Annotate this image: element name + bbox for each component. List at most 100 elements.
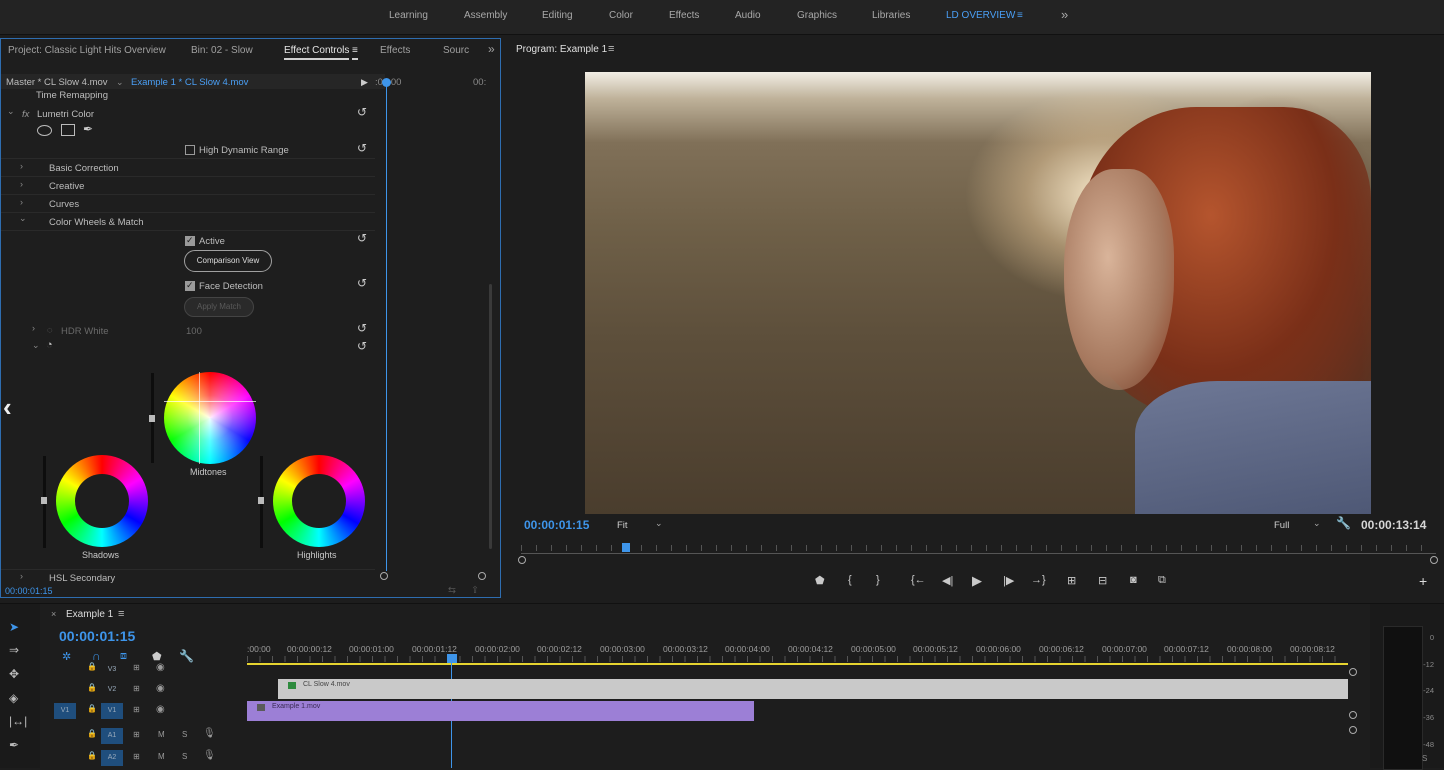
master-clip-label[interactable]: Master * CL Slow 4.mov <box>6 77 108 88</box>
sequence-clip-label[interactable]: Example 1 * CL Slow 4.mov <box>131 77 248 88</box>
add-button[interactable]: + <box>1419 573 1427 589</box>
workspace-menu-icon[interactable]: ≡ <box>1017 10 1023 21</box>
active-checkbox[interactable] <box>185 235 195 246</box>
play-only-icon[interactable]: ▶ <box>361 77 368 88</box>
slip-tool-icon[interactable]: |↔| <box>9 714 27 728</box>
comparison-view-icon[interactable]: ⧉ <box>1158 574 1166 587</box>
add-marker-icon[interactable]: ⬟ <box>815 574 825 587</box>
lock-icon[interactable]: 🔒 <box>87 751 97 760</box>
stopwatch-icon[interactable]: ◔ <box>46 339 53 351</box>
track-v2[interactable]: V2 <box>101 682 123 698</box>
workspace-tab-editing[interactable]: Editing <box>542 10 573 21</box>
hdr-white-value[interactable]: 100 <box>186 326 202 337</box>
rectangle-mask-icon[interactable] <box>61 124 75 136</box>
resolution-select[interactable]: Full <box>1274 520 1289 531</box>
timeline-vscroll-handle[interactable] <box>1349 711 1357 719</box>
section-basic-correction[interactable]: Basic Correction <box>49 163 119 174</box>
tab-project[interactable]: Project: Classic Light Hits Overview <box>8 45 166 56</box>
workspace-tab-audio[interactable]: Audio <box>735 10 761 21</box>
tab-source[interactable]: Sourc <box>443 45 469 56</box>
timeline-vscroll-handle[interactable] <box>1349 668 1357 676</box>
expand-icon[interactable]: › <box>20 197 23 207</box>
program-timecode[interactable]: 00:00:01:15 <box>524 518 589 532</box>
sequence-tab[interactable]: Example 1 <box>66 609 113 620</box>
mark-in-icon[interactable]: { <box>848 574 852 586</box>
section-creative[interactable]: Creative <box>49 181 84 192</box>
ec-zoom-start-handle[interactable] <box>380 572 388 580</box>
fx-icon[interactable]: fx <box>22 109 29 120</box>
go-to-out-icon[interactable]: →} <box>1031 574 1046 586</box>
source-patch-v1[interactable]: V1 <box>54 703 76 719</box>
expand-icon[interactable]: › <box>32 323 35 333</box>
program-menu-icon[interactable]: ≡ <box>608 43 614 55</box>
hdr-checkbox[interactable] <box>185 145 195 155</box>
zoom-select[interactable]: Fit <box>617 520 628 531</box>
pen-tool-icon[interactable]: ✒ <box>9 738 19 752</box>
play-icon[interactable]: ▶ <box>972 573 982 589</box>
tab-menu-icon[interactable]: ≡ <box>352 45 358 60</box>
reset-icon[interactable]: ↺ <box>357 141 367 155</box>
lift-icon[interactable]: ⊞ <box>1067 574 1076 587</box>
program-title[interactable]: Program: Example 1 <box>516 44 607 55</box>
panel-overflow-icon[interactable]: » <box>488 42 495 56</box>
track-select-tool-icon[interactable]: ⇒ <box>9 643 19 657</box>
section-curves[interactable]: Curves <box>49 199 79 210</box>
meter-solo-label[interactable]: S <box>1422 754 1427 763</box>
workspace-overflow-icon[interactable]: » <box>1061 7 1068 22</box>
chevron-left-icon[interactable]: ‹ <box>3 392 12 423</box>
camera-icon[interactable]: ◙ <box>1130 574 1137 586</box>
collapse-icon[interactable]: ⌄ <box>32 340 40 351</box>
reset-icon[interactable]: ↺ <box>357 105 367 119</box>
track-a2[interactable]: A2 <box>101 750 123 766</box>
ec-playhead[interactable] <box>386 81 387 571</box>
reset-icon[interactable]: ↺ <box>357 276 367 290</box>
tab-effect-controls[interactable]: Effect Controls <box>284 45 350 60</box>
midtones-slider-knob[interactable] <box>149 415 155 422</box>
clip-cl-slow-4[interactable]: CL Slow 4.mov <box>278 679 1348 699</box>
filter-icon[interactable]: ⇆ <box>448 585 456 596</box>
ec-scrollbar[interactable] <box>489 284 492 549</box>
workspace-tab-color[interactable]: Color <box>609 10 633 21</box>
ellipse-mask-icon[interactable] <box>37 125 52 136</box>
microphone-icon[interactable]: 🎙 <box>203 728 216 739</box>
razor-tool-icon[interactable]: ◈ <box>9 691 18 705</box>
reset-icon[interactable]: ↺ <box>357 339 367 353</box>
microphone-icon[interactable]: 🎙 <box>203 750 216 761</box>
video-frame[interactable] <box>585 72 1371 514</box>
lock-icon[interactable]: 🔒 <box>87 662 97 671</box>
wrench-icon[interactable]: 🔧 <box>179 649 194 663</box>
work-area-bar[interactable] <box>247 663 1348 665</box>
section-hsl-secondary[interactable]: HSL Secondary <box>49 573 115 584</box>
ripple-edit-tool-icon[interactable]: ✥ <box>9 667 19 681</box>
sync-lock-icon[interactable]: ⊞ <box>133 684 140 693</box>
track-v1[interactable]: V1 <box>101 703 123 719</box>
expand-icon[interactable]: › <box>20 179 23 189</box>
workspace-tab-graphics[interactable]: Graphics <box>797 10 837 21</box>
selection-tool-icon[interactable]: ➤ <box>9 620 19 634</box>
solo-button[interactable]: S <box>182 730 187 739</box>
lock-icon[interactable]: 🔒 <box>87 683 97 692</box>
effect-name[interactable]: Lumetri Color <box>37 109 94 120</box>
reset-icon[interactable]: ↺ <box>357 231 367 245</box>
midtones-wheel[interactable] <box>164 372 256 464</box>
program-zoom-start-handle[interactable] <box>518 556 526 564</box>
lock-icon[interactable]: 🔒 <box>87 729 97 738</box>
workspace-tab-learning[interactable]: Learning <box>389 10 428 21</box>
tab-bin[interactable]: Bin: 02 - Slow <box>191 45 253 56</box>
sync-lock-icon[interactable]: ⊞ <box>133 663 140 672</box>
shadows-slider-knob[interactable] <box>41 497 47 504</box>
mute-button[interactable]: M <box>158 730 165 739</box>
sequence-menu-icon[interactable]: ≡ <box>118 608 124 620</box>
eye-icon[interactable]: ◉ <box>156 704 165 715</box>
program-scrub-bar[interactable] <box>521 553 1436 554</box>
export-icon[interactable]: ⇪ <box>471 585 479 596</box>
chevron-down-icon[interactable]: ⌄ <box>116 77 124 88</box>
step-back-icon[interactable]: ◀| <box>942 574 953 587</box>
eye-icon[interactable]: ◉ <box>156 683 165 694</box>
snap-icon[interactable]: ∩ <box>92 649 101 663</box>
sync-lock-icon[interactable]: ⊞ <box>133 730 140 739</box>
step-forward-icon[interactable]: |▶ <box>1003 574 1014 587</box>
reset-icon[interactable]: ↺ <box>357 321 367 335</box>
chevron-down-icon[interactable]: ⌄ <box>1313 518 1321 529</box>
chevron-down-icon[interactable]: ⌄ <box>655 518 663 529</box>
